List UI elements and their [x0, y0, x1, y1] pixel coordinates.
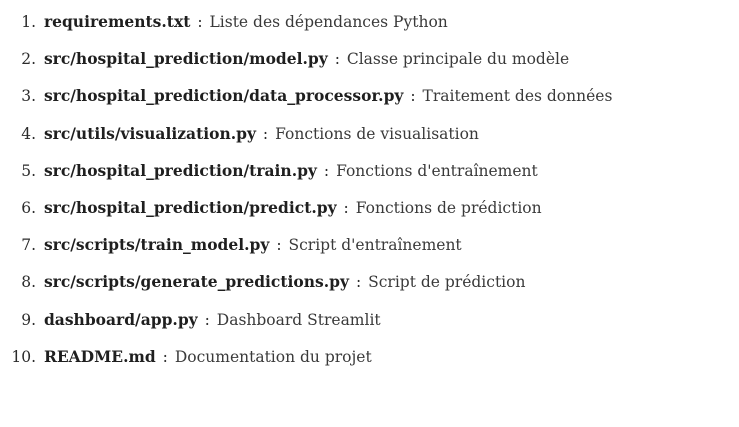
item-number: 8.: [21, 273, 36, 292]
file-name: src/hospital_prediction/predict.py: [43, 197, 337, 217]
separator: :: [204, 310, 210, 329]
file-description: Classe principale du modèle: [346, 50, 570, 69]
list-item: 6. src/hospital_prediction/predict.py : …: [0, 189, 739, 226]
item-number: 9.: [21, 310, 36, 329]
list-item: 3. src/hospital_prediction/data_processo…: [0, 77, 739, 114]
separator: :: [410, 87, 416, 106]
file-description: Dashboard Streamlit: [216, 310, 381, 329]
list-item: 10. README.md : Documentation du projet: [0, 338, 739, 375]
list-item: 8. src/scripts/generate_predictions.py :…: [0, 263, 739, 300]
item-number: 3.: [21, 87, 36, 106]
file-description: Fonctions de prédiction: [355, 198, 542, 217]
item-number: 4.: [21, 124, 36, 143]
separator: :: [334, 50, 340, 69]
file-name: src/utils/visualization.py: [43, 123, 256, 143]
file-name: src/scripts/generate_predictions.py: [43, 272, 349, 292]
separator: :: [343, 198, 349, 217]
item-number: 5.: [21, 161, 36, 180]
separator: :: [197, 13, 203, 31]
file-name: requirements.txt: [43, 12, 191, 31]
file-description: Fonctions de visualisation: [275, 124, 479, 143]
list-item: 2. src/hospital_prediction/model.py : Cl…: [0, 40, 739, 77]
separator: :: [355, 273, 362, 292]
file-name: src/hospital_prediction/train.py: [43, 160, 317, 180]
item-number: 1.: [21, 13, 36, 31]
file-name: dashboard/app.py: [43, 309, 198, 329]
item-number: 2.: [21, 50, 36, 69]
file-description: Script de prédiction: [368, 273, 526, 292]
list-item: 7. src/scripts/train_model.py : Script d…: [0, 226, 739, 263]
separator: :: [162, 347, 168, 366]
file-description: Script d'entraînement: [288, 236, 462, 255]
file-description: Documentation du projet: [174, 347, 372, 366]
item-number: 6.: [21, 198, 36, 217]
file-description: Liste des dépendances Python: [209, 13, 448, 31]
separator: :: [323, 161, 330, 180]
list-item: 4. src/utils/visualization.py : Fonction…: [0, 115, 739, 152]
separator: :: [276, 236, 282, 255]
list-item: 1. requirements.txt : Liste des dépendan…: [0, 3, 739, 40]
file-description: Traitement des données: [422, 87, 613, 106]
list-item: 5. src/hospital_prediction/train.py : Fo…: [0, 152, 739, 189]
file-name: src/hospital_prediction/data_processor.p…: [43, 86, 404, 106]
file-name: src/scripts/train_model.py: [43, 235, 270, 255]
separator: :: [262, 124, 269, 143]
file-list: 1. requirements.txt : Liste des dépendan…: [0, 3, 739, 375]
item-number: 7.: [21, 236, 36, 255]
item-number: 10.: [11, 347, 36, 366]
file-name: src/hospital_prediction/model.py: [43, 49, 328, 69]
file-description: Fonctions d'entraînement: [336, 161, 538, 180]
list-item: 9. dashboard/app.py : Dashboard Streamli…: [0, 301, 739, 338]
file-name: README.md: [43, 346, 156, 366]
